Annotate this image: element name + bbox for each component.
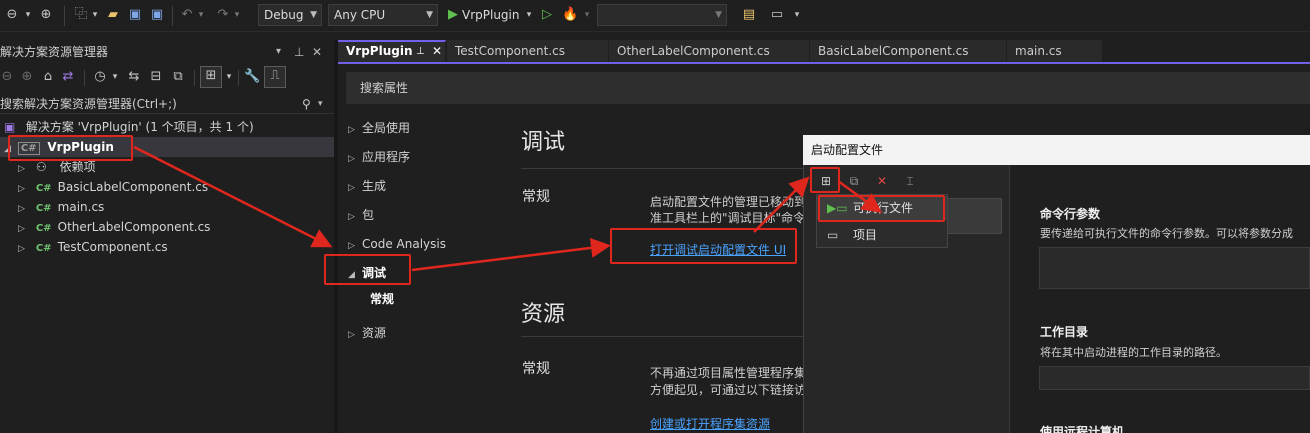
annotation-arrows [133, 145, 883, 272]
arrow-project-to-debug [133, 145, 333, 248]
arrow-link-to-new-profile [753, 176, 810, 233]
arrow-debug-to-link [411, 237, 611, 272]
arrow-new-to-executable [837, 179, 883, 213]
